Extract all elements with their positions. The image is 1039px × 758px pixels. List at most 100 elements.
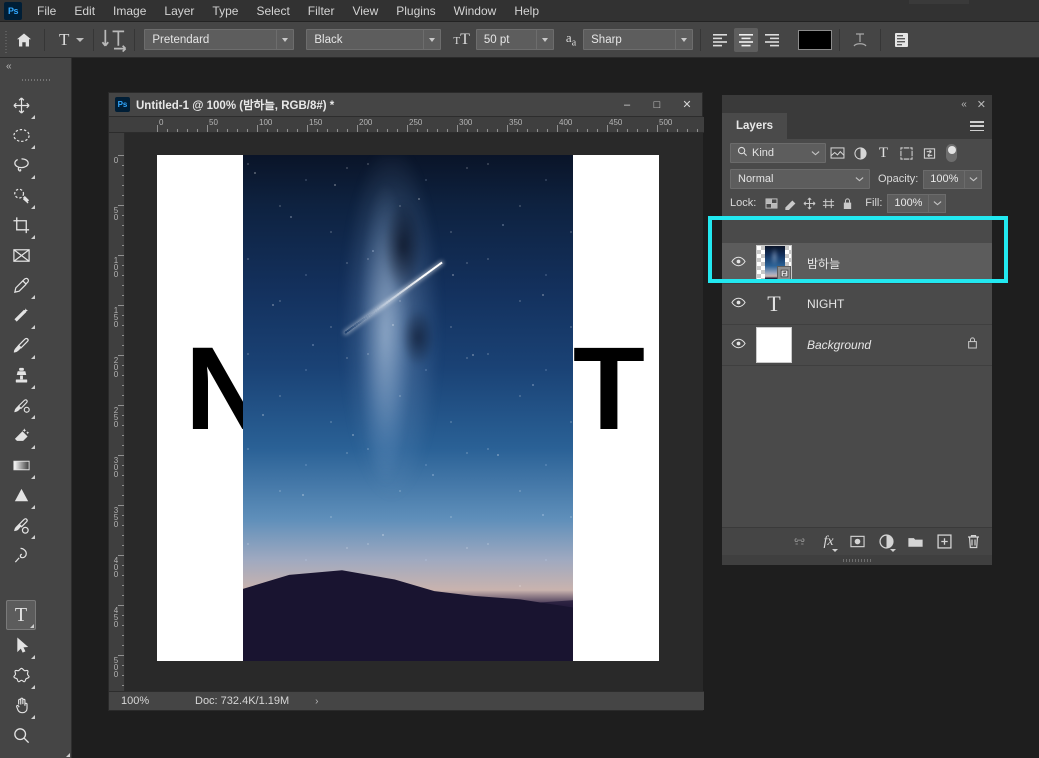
edit-toolbar-button[interactable]: •••: [6, 750, 65, 758]
hand-tool[interactable]: [6, 690, 36, 720]
text-color-swatch[interactable]: [798, 29, 833, 50]
filter-kind-select[interactable]: Kind: [730, 143, 826, 163]
path-selection-tool[interactable]: [6, 630, 36, 660]
character-paragraph-panels-icon[interactable]: [888, 27, 914, 53]
link-layers-button[interactable]: [791, 533, 808, 551]
blend-mode-select[interactable]: Normal: [730, 169, 870, 189]
anti-alias-select[interactable]: Sharp: [583, 29, 694, 50]
gradient-tool[interactable]: [6, 450, 36, 480]
lock-all-icon[interactable]: [838, 193, 857, 213]
menu-layer[interactable]: Layer: [155, 1, 203, 21]
font-style-select[interactable]: Black: [306, 29, 442, 50]
font-family-select[interactable]: Pretendard: [144, 29, 295, 50]
font-size-select[interactable]: 50 pt: [475, 29, 554, 50]
layer-thumbnail[interactable]: [756, 327, 792, 363]
blur-tool[interactable]: [6, 480, 36, 510]
object-selection-tool[interactable]: [6, 180, 36, 210]
panel-menu-icon[interactable]: [970, 113, 992, 139]
align-center-button[interactable]: [734, 27, 759, 52]
delete-layer-button[interactable]: [965, 533, 982, 551]
add-layer-mask-button[interactable]: [849, 533, 866, 551]
maximize-button[interactable]: □: [642, 93, 672, 117]
menu-window[interactable]: Window: [445, 1, 506, 21]
layer-visibility-toggle[interactable]: [722, 336, 754, 354]
filter-smart-object-icon[interactable]: [918, 142, 941, 164]
filter-enable-toggle[interactable]: [944, 143, 959, 163]
chevron-down-icon[interactable]: [811, 147, 820, 159]
panel-resize-grip[interactable]: [722, 555, 992, 565]
vertical-ruler[interactable]: 0 50 100 150 200 250 300 350 400 450 500: [109, 133, 125, 693]
new-group-button[interactable]: [907, 533, 924, 551]
menu-image[interactable]: Image: [104, 1, 155, 21]
eraser-tool[interactable]: [6, 420, 36, 450]
chevron-down-icon[interactable]: [423, 30, 440, 49]
chevron-down-icon[interactable]: [276, 30, 293, 49]
menu-help[interactable]: Help: [505, 1, 548, 21]
filter-type-icon[interactable]: T: [872, 142, 895, 164]
new-layer-button[interactable]: [936, 533, 953, 551]
filter-adjustment-icon[interactable]: [849, 142, 872, 164]
layer-thumbnail-type-icon[interactable]: T: [756, 286, 792, 322]
opacity-value[interactable]: 100%: [923, 169, 966, 189]
dodge-tool[interactable]: [6, 510, 36, 540]
layer-name[interactable]: NIGHT: [807, 297, 844, 311]
close-panel-button[interactable]: ✕: [977, 98, 986, 111]
menu-file[interactable]: File: [28, 1, 65, 21]
brush-tool[interactable]: [6, 330, 36, 360]
lock-transparent-pixels-icon[interactable]: [762, 193, 781, 213]
menu-view[interactable]: View: [343, 1, 387, 21]
lock-image-pixels-icon[interactable]: [781, 193, 800, 213]
layer-visibility-toggle[interactable]: [722, 295, 754, 313]
layer-row-background[interactable]: Background: [722, 325, 992, 366]
crop-tool[interactable]: [6, 210, 36, 240]
collapse-panel-button[interactable]: «: [961, 99, 967, 110]
home-icon[interactable]: [11, 27, 37, 53]
layer-visibility-toggle[interactable]: [722, 254, 754, 272]
menu-type[interactable]: Type: [203, 1, 247, 21]
tab-layers[interactable]: Layers: [722, 113, 788, 139]
menu-filter[interactable]: Filter: [299, 1, 344, 21]
horizontal-ruler[interactable]: 0 50 100 150 200 250 300 350 400 450 500: [109, 117, 704, 133]
move-tool[interactable]: [6, 90, 36, 120]
layer-thumbnail[interactable]: [756, 245, 792, 281]
artboard[interactable]: N T: [157, 155, 659, 661]
align-left-button[interactable]: [708, 28, 732, 52]
clone-stamp-tool[interactable]: [6, 360, 36, 390]
align-right-button[interactable]: [760, 28, 784, 52]
eyedropper-tool[interactable]: [6, 270, 36, 300]
tools-panel-grip[interactable]: [0, 74, 71, 86]
close-button[interactable]: ✕: [672, 93, 702, 117]
menu-edit[interactable]: Edit: [65, 1, 104, 21]
lock-artboard-nesting-icon[interactable]: [819, 193, 838, 213]
new-adjustment-layer-button[interactable]: [878, 533, 896, 552]
document-title-bar[interactable]: Ps Untitled-1 @ 100% (밤하늘, RGB/8#) * – □…: [109, 93, 702, 117]
zoom-level[interactable]: 100%: [109, 695, 167, 707]
opacity-stepper-arrow[interactable]: [965, 169, 983, 189]
elliptical-marquee-tool[interactable]: [6, 120, 36, 150]
layer-name[interactable]: Background: [807, 338, 871, 352]
status-expand-arrow[interactable]: ›: [289, 696, 318, 707]
menu-select[interactable]: Select: [247, 1, 298, 21]
filter-pixel-icon[interactable]: [826, 142, 849, 164]
layer-name[interactable]: 밤하늘: [807, 255, 840, 272]
frame-tool[interactable]: [6, 240, 36, 270]
minimize-button[interactable]: –: [612, 93, 642, 117]
fill-value[interactable]: 100%: [887, 193, 930, 213]
toggle-text-orientation-icon[interactable]: [101, 27, 127, 53]
add-layer-style-button[interactable]: fx: [820, 533, 838, 552]
options-bar-grip[interactable]: [2, 26, 11, 53]
lasso-tool[interactable]: [6, 150, 36, 180]
canvas-area[interactable]: N T: [125, 133, 703, 693]
menu-plugins[interactable]: Plugins: [387, 1, 444, 21]
filter-shape-icon[interactable]: [895, 142, 918, 164]
lock-position-icon[interactable]: [800, 193, 819, 213]
create-warped-text-icon[interactable]: [847, 27, 873, 53]
horizontal-type-tool[interactable]: T: [6, 600, 36, 630]
night-sky-photo[interactable]: [243, 155, 573, 661]
pen-tool[interactable]: [6, 540, 36, 570]
chevron-down-icon[interactable]: [675, 30, 692, 49]
custom-shape-tool[interactable]: [6, 660, 36, 690]
history-brush-tool[interactable]: [6, 390, 36, 420]
chevron-down-icon[interactable]: [855, 173, 864, 185]
chevron-down-icon[interactable]: [535, 30, 553, 49]
